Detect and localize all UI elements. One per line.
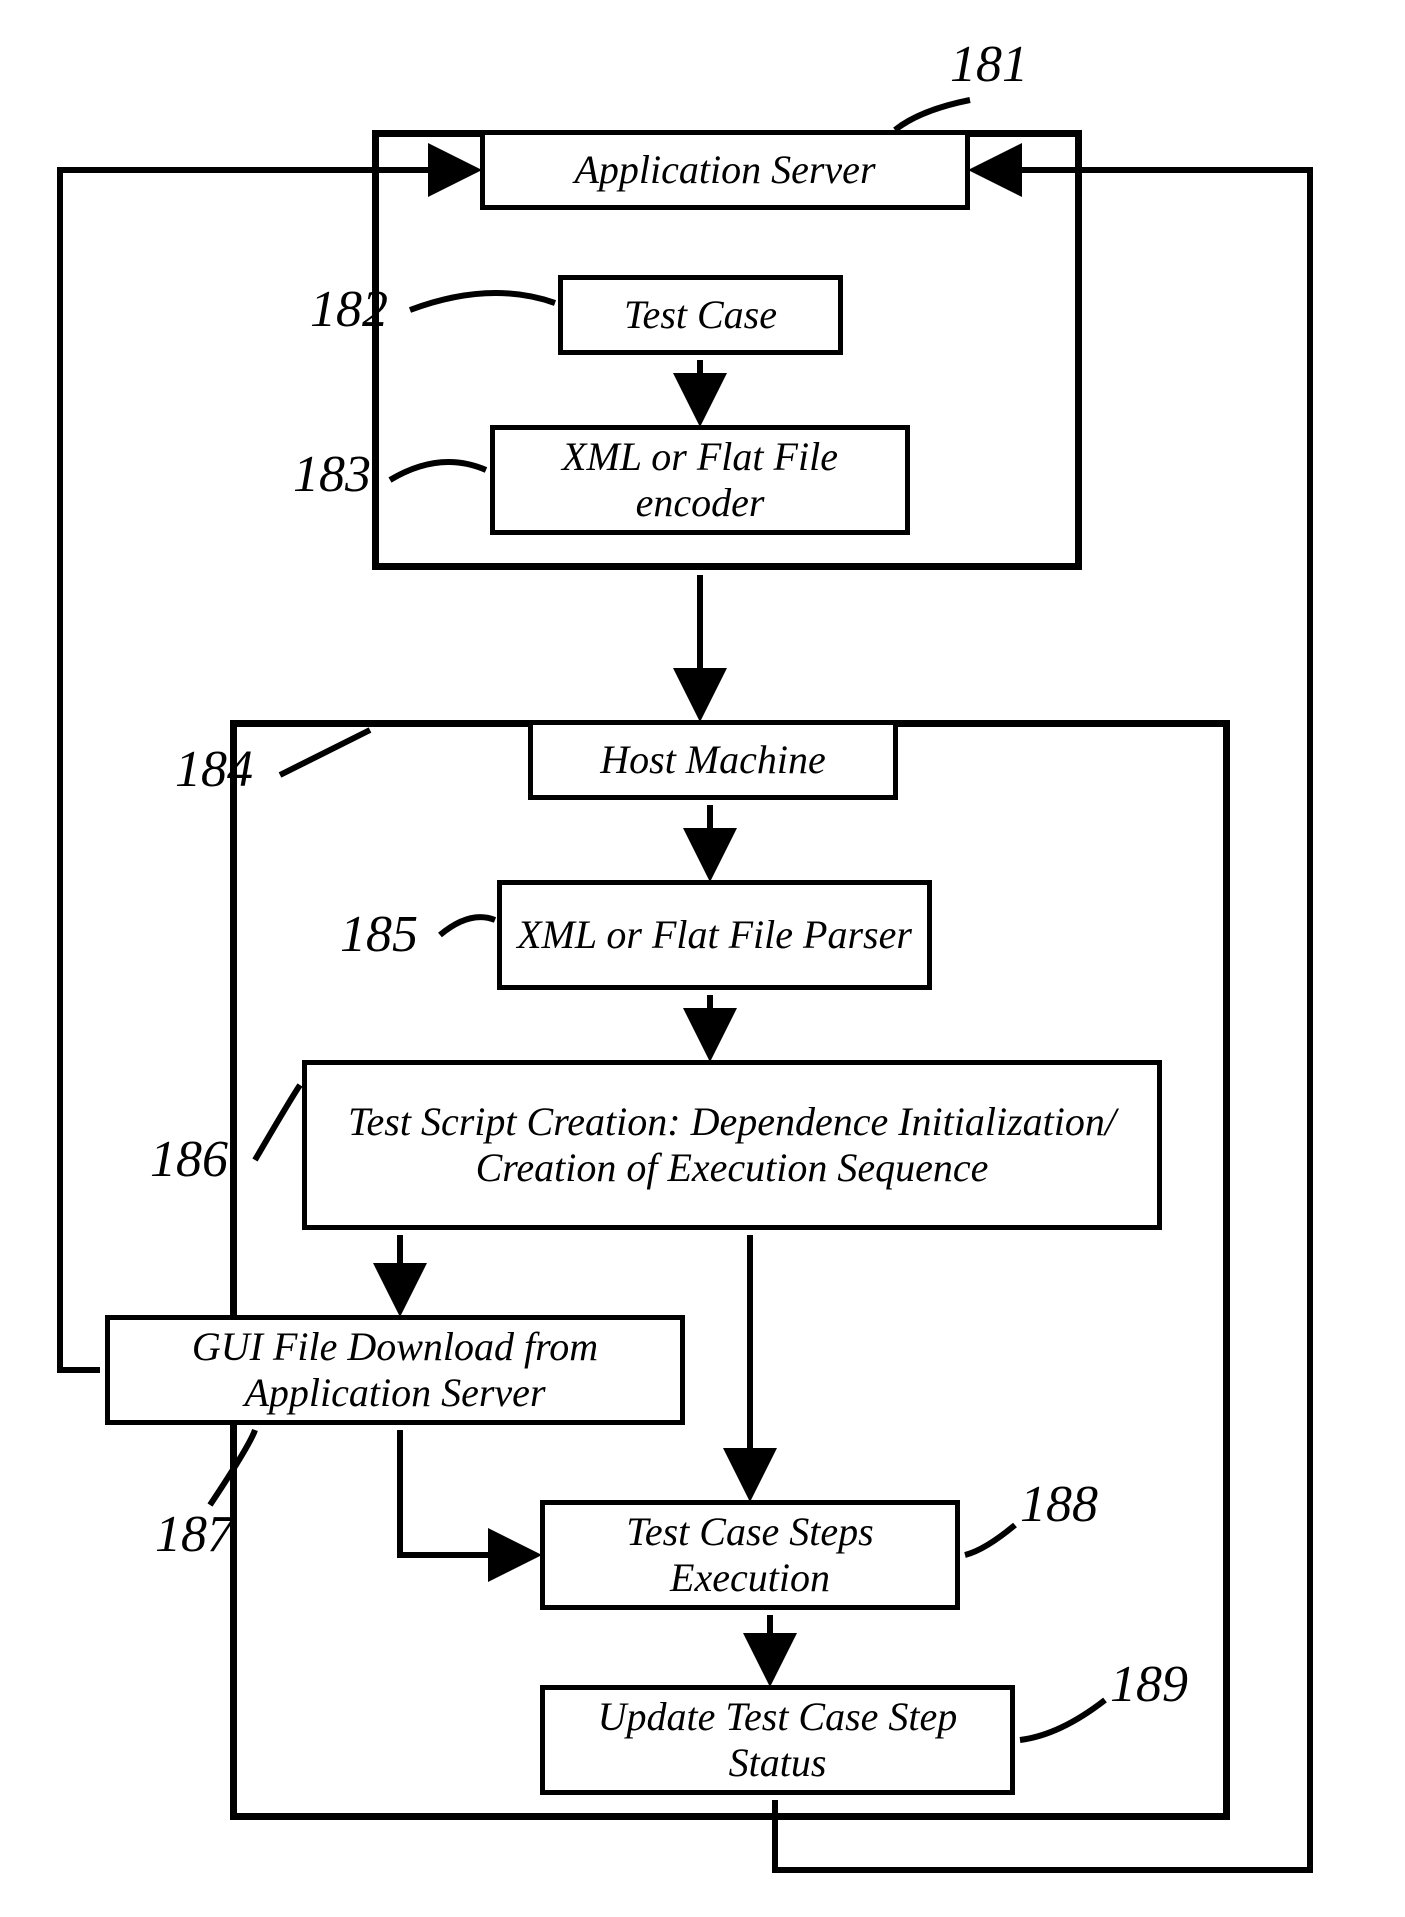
steps-exec-box: Test Case Steps Execution xyxy=(540,1500,960,1610)
test-case-box: Test Case xyxy=(558,275,843,355)
parser-box: XML or Flat File Parser xyxy=(497,880,932,990)
update-status-text: Update Test Case Step Status xyxy=(553,1694,1002,1786)
label-182: 182 xyxy=(310,280,388,339)
script-creation-box: Test Script Creation: Dependence Initial… xyxy=(302,1060,1162,1230)
host-machine-box: Host Machine xyxy=(528,720,898,800)
steps-exec-text: Test Case Steps Execution xyxy=(553,1509,947,1601)
host-machine-text: Host Machine xyxy=(600,737,826,783)
label-186: 186 xyxy=(150,1130,228,1189)
label-181: 181 xyxy=(950,35,1028,94)
test-case-text: Test Case xyxy=(624,292,777,338)
encoder-box: XML or Flat File encoder xyxy=(490,425,910,535)
encoder-text: XML or Flat File encoder xyxy=(503,434,897,526)
gui-download-text: GUI File Download from Application Serve… xyxy=(118,1324,672,1416)
label-185: 185 xyxy=(340,905,418,964)
label-189: 189 xyxy=(1110,1655,1188,1714)
label-188: 188 xyxy=(1020,1475,1098,1534)
diagram-canvas: Application Server Test Case XML or Flat… xyxy=(0,0,1405,1917)
label-183: 183 xyxy=(293,445,371,504)
application-server-box: Application Server xyxy=(480,130,970,210)
update-status-box: Update Test Case Step Status xyxy=(540,1685,1015,1795)
label-187: 187 xyxy=(155,1505,233,1564)
gui-download-box: GUI File Download from Application Serve… xyxy=(105,1315,685,1425)
script-creation-text: Test Script Creation: Dependence Initial… xyxy=(315,1099,1149,1191)
parser-text: XML or Flat File Parser xyxy=(517,912,912,958)
label-184: 184 xyxy=(175,740,253,799)
application-server-text: Application Server xyxy=(574,147,875,193)
